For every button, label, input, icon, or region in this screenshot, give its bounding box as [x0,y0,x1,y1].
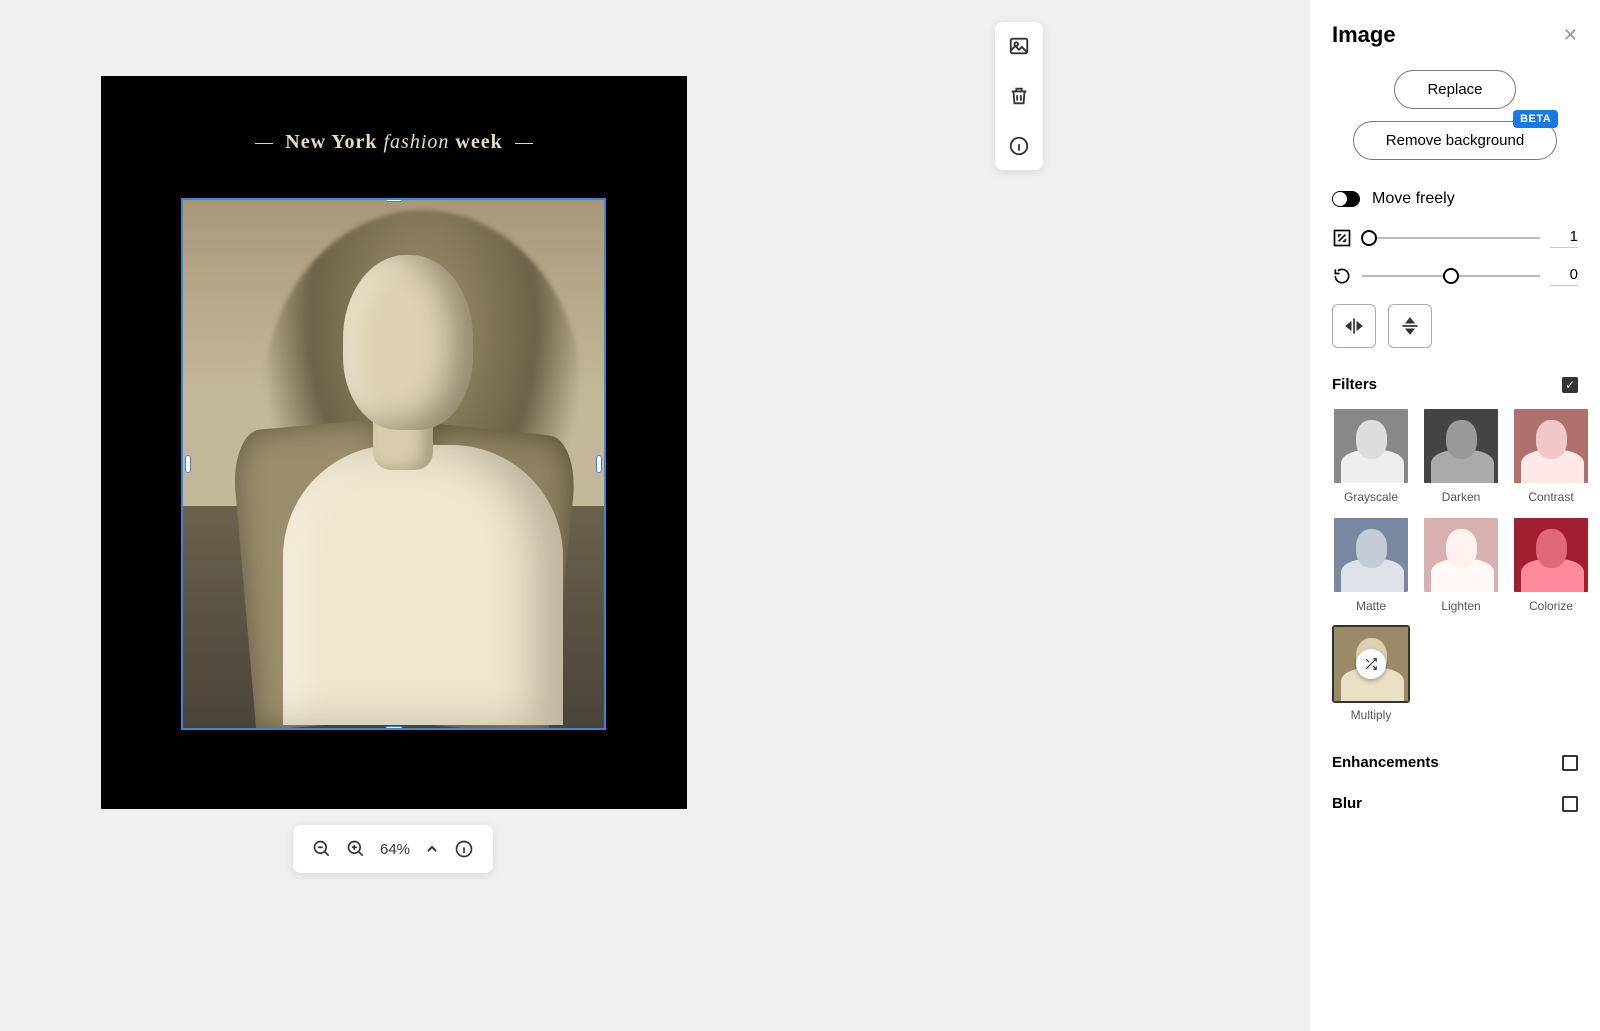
shuffle-icon[interactable] [1356,649,1386,679]
remove-background-label: Remove background [1386,132,1524,149]
trash-icon [1008,85,1030,107]
flip-vertical-button[interactable] [1388,304,1432,348]
filter-lighten[interactable]: Lighten [1422,516,1500,613]
filter-thumbnail [1332,407,1410,485]
filter-matte[interactable]: Matte [1332,516,1410,613]
image-actions: Replace Remove background BETA [1332,70,1578,160]
enhancements-row[interactable]: Enhancements [1332,742,1578,783]
title-italic: fashion [384,131,450,153]
canvas-area[interactable]: New York fashion week [0,0,1065,1031]
beta-badge: BETA [1513,110,1558,128]
move-freely-row: Move freely [1332,190,1578,208]
filters-title: Filters [1332,376,1377,393]
dash-icon [515,143,533,144]
zoom-info-button[interactable] [454,839,474,859]
filters-toggle-checkbox[interactable] [1562,377,1578,393]
info-icon [1008,135,1030,157]
filter-thumbnail [1332,625,1410,703]
rotate-icon [1332,266,1352,286]
enhancements-title: Enhancements [1332,754,1439,771]
resize-handle-bottom[interactable] [385,726,403,730]
close-panel-button[interactable]: ✕ [1563,25,1578,46]
action-image-button[interactable] [1007,34,1031,58]
filter-thumbnail [1422,407,1500,485]
action-info-button[interactable] [1007,134,1031,158]
image-icon [1008,35,1030,57]
filter-darken[interactable]: Darken [1422,407,1500,504]
image-content [183,200,604,728]
zoom-toolbar: 64% [293,825,493,873]
blur-title: Blur [1332,795,1362,812]
filters-header: Filters [1332,376,1578,393]
panel-header: Image ✕ [1332,22,1578,48]
scale-value[interactable]: 1 [1550,228,1578,248]
filter-thumbnail [1422,516,1500,594]
poster-title: New York fashion week [101,131,687,154]
filter-label: Darken [1442,490,1481,504]
filter-grayscale[interactable]: Grayscale [1332,407,1410,504]
rotate-value[interactable]: 0 [1550,266,1578,286]
resize-handle-right[interactable] [596,455,602,473]
filter-thumbnail [1512,407,1590,485]
filter-label: Lighten [1441,599,1480,613]
scale-slider[interactable] [1362,237,1540,239]
blur-checkbox[interactable] [1562,796,1578,812]
move-freely-toggle[interactable] [1332,191,1360,207]
resize-handle-top[interactable] [385,198,403,202]
zoom-out-icon [312,839,332,859]
filter-multiply[interactable]: Multiply [1332,625,1410,722]
zoom-in-button[interactable] [346,839,366,859]
panel-title: Image [1332,22,1396,48]
rotate-slider[interactable] [1362,275,1540,277]
flip-vertical-icon [1400,316,1420,336]
selected-image[interactable] [181,198,606,730]
scale-slider-row: 1 [1332,228,1578,248]
scale-icon [1332,228,1352,248]
filter-grid: Grayscale Darken Contrast Matte Lighten Color… [1332,407,1578,722]
filter-contrast[interactable]: Contrast [1512,407,1590,504]
move-freely-label: Move freely [1372,190,1455,208]
title-suffix: week [455,131,502,153]
flip-buttons [1332,304,1578,348]
filter-label: Grayscale [1344,490,1398,504]
dash-icon [255,143,273,144]
title-prefix: New York [285,131,377,153]
zoom-out-button[interactable] [312,839,332,859]
replace-button[interactable]: Replace [1394,70,1515,109]
filter-colorize[interactable]: Colorize [1512,516,1590,613]
remove-background-button[interactable]: Remove background BETA [1353,121,1557,160]
filter-thumbnail [1512,516,1590,594]
zoom-menu-button[interactable] [424,841,440,857]
action-column [995,22,1043,170]
info-icon [454,839,474,859]
enhancements-checkbox[interactable] [1562,755,1578,771]
resize-handle-left[interactable] [185,455,191,473]
zoom-in-icon [346,839,366,859]
properties-panel: Image ✕ Replace Remove background BETA M… [1310,0,1600,1031]
filter-label: Multiply [1351,708,1392,722]
chevron-up-icon [424,841,440,857]
blur-row[interactable]: Blur [1332,783,1578,824]
filter-label: Colorize [1529,599,1573,613]
rotate-slider-row: 0 [1332,266,1578,286]
flip-horizontal-icon [1344,316,1364,336]
filter-label: Contrast [1528,490,1573,504]
zoom-percent: 64% [380,841,410,858]
flip-horizontal-button[interactable] [1332,304,1376,348]
action-delete-button[interactable] [1007,84,1031,108]
filter-thumbnail [1332,516,1410,594]
filter-label: Matte [1356,599,1386,613]
